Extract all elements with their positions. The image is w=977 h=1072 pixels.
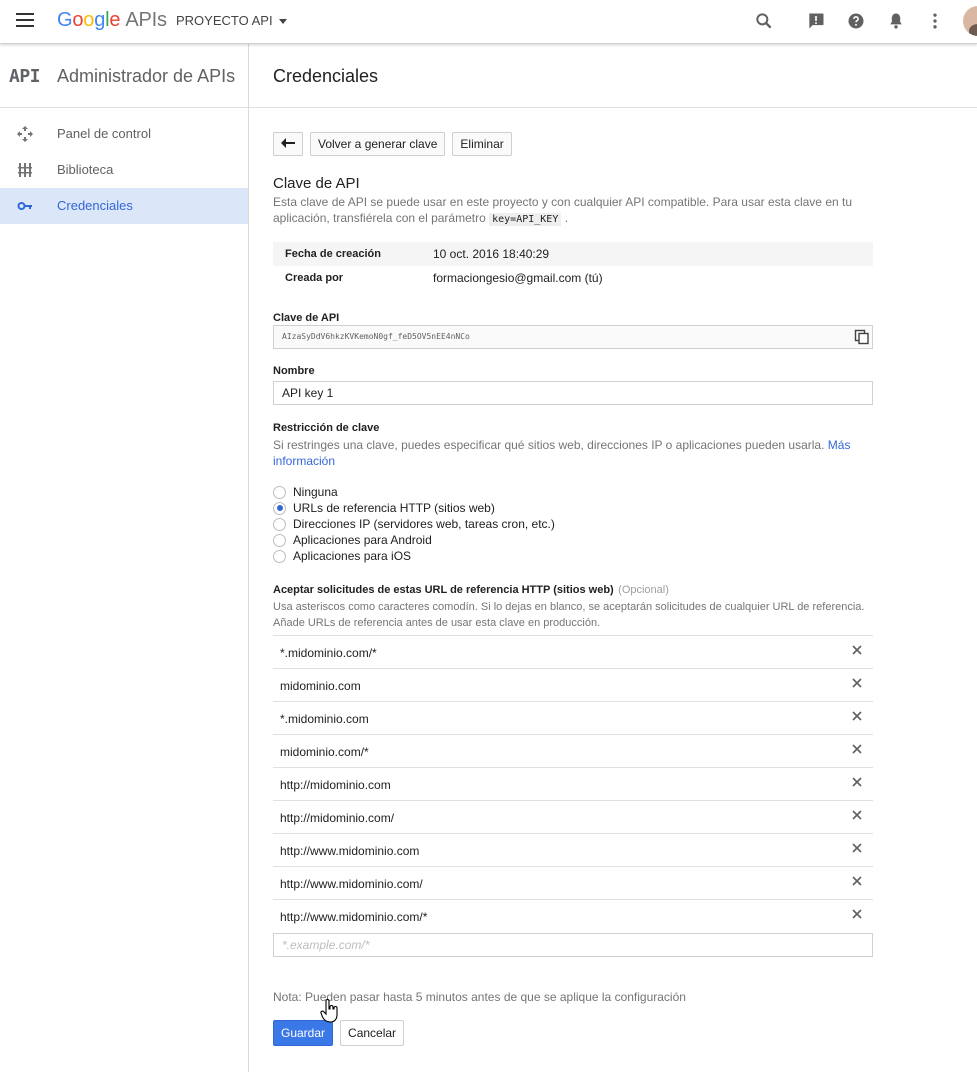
page-title: Credenciales — [273, 66, 379, 86]
project-selector[interactable]: PROYECTO API — [176, 13, 287, 28]
name-field[interactable]: API key 1 — [273, 381, 873, 405]
feedback-icon[interactable] — [806, 11, 826, 31]
cancel-button[interactable]: Cancelar — [340, 1020, 405, 1046]
radio-android-apps[interactable]: Aplicaciones para Android — [273, 532, 873, 548]
sidebar-item-label: Credenciales — [57, 198, 133, 213]
sidebar-item-dashboard[interactable]: Panel de control — [0, 116, 248, 152]
account-avatar[interactable] — [963, 6, 977, 36]
api-key-field[interactable]: AIzaSyDdV6hkzKVKemoN0gf_feD5OV5nEE4nNCo — [273, 325, 873, 349]
close-icon[interactable] — [852, 876, 862, 886]
regenerate-key-button[interactable]: Volver a generar clave — [310, 132, 446, 156]
notifications-icon[interactable] — [886, 11, 906, 31]
back-arrow-icon — [281, 138, 295, 148]
sidebar-title: Administrador de APIs — [57, 66, 235, 86]
sidebar-item-credentials[interactable]: Credenciales — [0, 188, 248, 224]
close-icon[interactable] — [852, 711, 862, 721]
list-item: midominio.com/* — [273, 735, 873, 768]
key-info-table: Fecha de creación 10 oct. 2016 18:40:29 … — [273, 242, 873, 290]
sidebar-item-label: Panel de control — [57, 126, 151, 141]
form-actions: Guardar Cancelar — [273, 1020, 873, 1046]
radio-ip-addresses[interactable]: Direcciones IP (servidores web, tareas c… — [273, 516, 873, 532]
close-icon[interactable] — [852, 645, 862, 655]
restriction-options: Ninguna URLs de referencia HTTP (sitios … — [273, 484, 873, 564]
sidebar-item-library[interactable]: Biblioteca — [0, 152, 248, 188]
radio-button[interactable] — [273, 517, 286, 531]
save-button[interactable]: Guardar — [273, 1020, 334, 1046]
info-row-creation-date: Fecha de creación 10 oct. 2016 18:40:29 — [273, 242, 873, 266]
radio-button[interactable] — [273, 549, 286, 563]
delete-button[interactable]: Eliminar — [452, 132, 512, 156]
list-item: *.midominio.com — [273, 702, 873, 735]
credential-form: Volver a generar clave Eliminar Clave de… — [273, 132, 873, 1046]
main-content: Credenciales Volver a generar clave Elim… — [249, 44, 977, 1072]
radio-button[interactable] — [273, 485, 286, 499]
api-logo-icon: API — [9, 66, 41, 87]
page-header: Credenciales — [249, 44, 977, 108]
google-apis-logo[interactable]: Google APIs — [57, 9, 167, 32]
sidebar-header: API Administrador de APIs — [0, 44, 248, 108]
sidebar: API Administrador de APIs Panel de contr… — [0, 44, 249, 1072]
referrer-list: *.midominio.com/* midominio.com *.midomi… — [273, 635, 873, 933]
section-description: Esta clave de API se puede usar en este … — [273, 195, 853, 226]
more-vert-icon[interactable] — [925, 11, 945, 31]
restriction-label: Restricción de clave — [273, 422, 380, 434]
close-icon[interactable] — [852, 843, 862, 853]
info-row-created-by: Creada por formaciongesio@gmail.com (tú) — [285, 271, 603, 285]
new-referrer-input[interactable] — [273, 933, 873, 957]
close-icon[interactable] — [852, 678, 862, 688]
dashboard-icon — [17, 126, 33, 142]
search-icon[interactable] — [754, 11, 774, 31]
referrers-help: Usa asteriscos como caracteres comodín. … — [273, 601, 865, 629]
copy-icon[interactable] — [854, 329, 870, 345]
radio-ios-apps[interactable]: Aplicaciones para iOS — [273, 548, 873, 564]
code-snippet: key=API_KEY — [489, 213, 562, 226]
radio-http-referrers[interactable]: URLs de referencia HTTP (sitios web) — [273, 500, 873, 516]
sidebar-nav: Panel de control Biblioteca Credenciales — [0, 108, 248, 224]
referrers-header: Aceptar solicitudes de estas URL de refe… — [273, 580, 873, 598]
project-name: PROYECTO API — [176, 13, 273, 28]
close-icon[interactable] — [852, 810, 862, 820]
back-button[interactable] — [273, 132, 303, 156]
restriction-description: Si restringes una clave, puedes especifi… — [273, 438, 851, 468]
list-item: http://www.midominio.com/ — [273, 867, 873, 900]
list-item: http://midominio.com/ — [273, 801, 873, 834]
chevron-down-icon — [278, 19, 287, 25]
library-icon — [18, 163, 32, 177]
hand-cursor-icon — [320, 999, 338, 1023]
key-icon — [17, 202, 32, 210]
list-item: midominio.com — [273, 669, 873, 702]
radio-none[interactable]: Ninguna — [273, 484, 873, 500]
toolbar: Volver a generar clave Eliminar — [273, 132, 873, 156]
list-item: http://midominio.com — [273, 768, 873, 801]
config-note: Nota: Pueden pasar hasta 5 minutos antes… — [273, 990, 686, 1004]
close-icon[interactable] — [852, 909, 862, 919]
list-item: http://www.midominio.com — [273, 834, 873, 867]
radio-button-selected[interactable] — [273, 501, 286, 515]
close-icon[interactable] — [852, 777, 862, 787]
api-key-label: Clave de API — [273, 312, 340, 324]
sidebar-item-label: Biblioteca — [57, 162, 114, 177]
referrers-label: Aceptar solicitudes de estas URL de refe… — [273, 584, 614, 596]
radio-button[interactable] — [273, 533, 286, 547]
optional-tag: (Opcional) — [618, 584, 669, 596]
name-label: Nombre — [273, 365, 315, 377]
list-item: *.midominio.com/* — [273, 636, 873, 669]
section-title: Clave de API — [273, 175, 360, 192]
help-icon[interactable] — [846, 11, 866, 31]
top-app-bar: Google APIs PROYECTO API — [0, 0, 977, 44]
close-icon[interactable] — [852, 744, 862, 754]
menu-icon[interactable] — [16, 13, 34, 27]
list-item: http://www.midominio.com/* — [273, 900, 873, 933]
